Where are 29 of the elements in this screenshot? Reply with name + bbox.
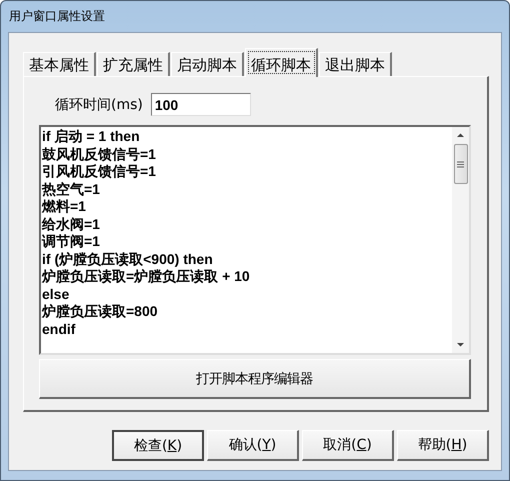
script-line: else	[42, 286, 70, 303]
cycle-time-label: 循环时间(ms)	[55, 96, 143, 114]
tab[interactable]: 基本属性	[23, 52, 96, 76]
dialog-button[interactable]: 取消(C)	[302, 430, 394, 461]
dialog-button[interactable]: 确认(Y)	[207, 430, 299, 461]
script-line: endif	[42, 320, 76, 338]
script-line: 炉膛负压读取=800	[42, 303, 158, 320]
grip-icon	[457, 160, 464, 168]
script-line: 热空气=1	[42, 180, 100, 198]
script-editor[interactable]: if 启动 = 1 then 鼓风机反馈信号=1 引风机反馈信号=1 热空气=1 燃料=1 给水阀=1 调节阀=1 if (炉膛负压读取<900) then 炉膛负压读取=炉膛负压读取 + 10 else 炉膛负压读取=800 endif	[39, 125, 471, 355]
tab[interactable]: 启动脚本	[171, 52, 244, 76]
tab[interactable]: 循环脚本	[245, 48, 318, 77]
script-line: if 启动 = 1 then	[42, 128, 140, 146]
script-line: 给水阀=1	[42, 216, 100, 233]
dialog-button[interactable]: 帮助(H)	[397, 430, 489, 461]
open-editor-button[interactable]: 打开脚本程序编辑器	[39, 359, 471, 399]
script-line: 炉膛负压读取=炉膛负压读取 + 10	[42, 268, 250, 286]
tab[interactable]: 扩充属性	[97, 52, 170, 76]
cycle-time-field[interactable]: 100	[150, 93, 251, 116]
tab[interactable]: 退出脚本	[319, 52, 392, 76]
script-line: 引风机反馈信号=1	[42, 163, 156, 180]
script-line: if (炉膛负压读取<900) then	[42, 250, 213, 268]
window-title: 用户窗口属性设置	[8, 8, 105, 25]
dialog-button[interactable]: 检查(K)	[112, 430, 204, 461]
scroll-thumb[interactable]	[454, 144, 468, 184]
script-line: 燃料=1	[42, 198, 86, 216]
scroll-bar[interactable]	[452, 127, 469, 353]
script-line: 调节阀=1	[42, 233, 100, 250]
script-line: 鼓风机反馈信号=1	[42, 146, 156, 163]
